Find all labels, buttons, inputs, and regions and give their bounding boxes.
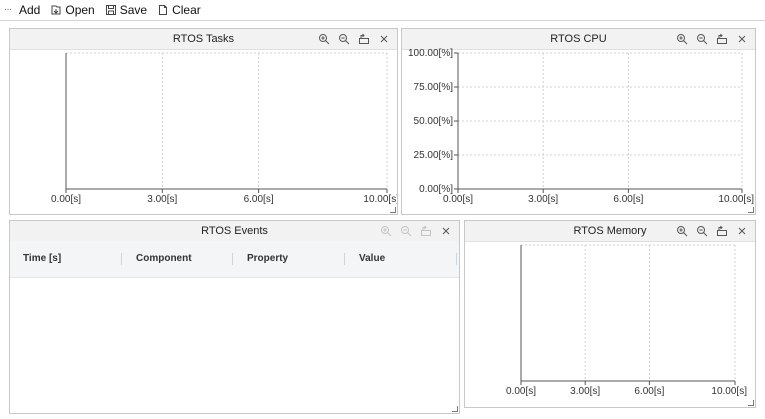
column-separator[interactable] [344, 253, 345, 265]
x-tick-label: 0.00[s] [506, 386, 536, 397]
clear-icon [157, 4, 169, 16]
rtos-memory-panel: RTOS Memory 0.00[s] 3.00[s] 6.00[s] 10.00[s… [464, 220, 756, 408]
undock-icon [419, 224, 433, 238]
panel-header: RTOS Events [10, 221, 459, 242]
add-label: Add [19, 3, 41, 17]
resize-grip[interactable] [452, 406, 458, 412]
column-separator[interactable] [121, 253, 122, 265]
zoom-out-icon [399, 224, 413, 238]
save-icon [105, 4, 117, 16]
column-header-value[interactable]: Value [359, 241, 385, 277]
x-tick-label: 6.00[s] [244, 194, 274, 205]
cpu-plot: 0.00[%]25.00[%]50.00[%]75.00[%]100.00[%]… [408, 48, 754, 205]
open-label: Open [65, 3, 95, 17]
toolbar: ··· Add Open Save Clear [0, 0, 765, 21]
y-tick-label: 75.00[%] [414, 82, 454, 93]
rtos-cpu-panel: RTOS CPU 0.00[%] 25.00[%] 50.00[%] 75.00[%]… [401, 28, 756, 215]
rtos-tasks-panel: RTOS Tasks 0.00[s] 3.00[s] 6.00[s] 10.00[s] [9, 28, 398, 215]
close-icon[interactable] [439, 224, 453, 238]
tasks-plot: 0.00[s] 3.00[s] 6.00[s] 10.00[s] [51, 52, 397, 205]
add-button[interactable]: ··· Add [4, 3, 40, 17]
save-button[interactable]: Save [105, 3, 147, 17]
column-header-component[interactable]: Component [136, 241, 192, 277]
more-dots-icon: ··· [4, 4, 12, 15]
x-tick-label: 10.00[s] [711, 386, 747, 397]
x-tick-label: 3.00[s] [147, 194, 177, 205]
resize-grip[interactable] [748, 400, 754, 406]
x-tick-label: 6.00[s] [634, 386, 664, 397]
y-tick-label: 100.00[%] [408, 48, 453, 59]
x-tick-label: 10.00[s] [363, 194, 397, 205]
x-tick-label: 3.00[s] [528, 194, 558, 205]
column-header-property[interactable]: Property [247, 241, 288, 277]
memory-plot: 0.00[s] 3.00[s] 6.00[s] 10.00[s] [506, 244, 747, 397]
x-tick-label: 3.00[s] [570, 386, 600, 397]
column-header-time[interactable]: Time [s] [23, 241, 61, 277]
zoom-in-icon [379, 224, 393, 238]
events-table-header: Time [s] Component Property Value [10, 241, 459, 278]
x-tick-label: 10.00[s] [718, 194, 754, 205]
clear-button[interactable]: Clear [157, 3, 201, 17]
column-separator[interactable] [456, 253, 457, 265]
x-tick-label: 0.00[s] [443, 194, 473, 205]
column-separator[interactable] [232, 253, 233, 265]
resize-grip[interactable] [390, 207, 396, 213]
open-icon [50, 4, 62, 16]
rtos-events-panel: RTOS Events Time [s] Component Property … [9, 220, 460, 414]
x-tick-label: 0.00[s] [51, 194, 81, 205]
resize-grip[interactable] [748, 207, 754, 213]
x-tick-label: 6.00[s] [613, 194, 643, 205]
y-tick-label: 50.00[%] [414, 116, 454, 127]
save-label: Save [119, 3, 148, 17]
clear-label: Clear [172, 3, 201, 17]
open-button[interactable]: Open [50, 3, 95, 17]
panel-controls [373, 221, 453, 241]
y-tick-label: 25.00[%] [414, 150, 454, 161]
